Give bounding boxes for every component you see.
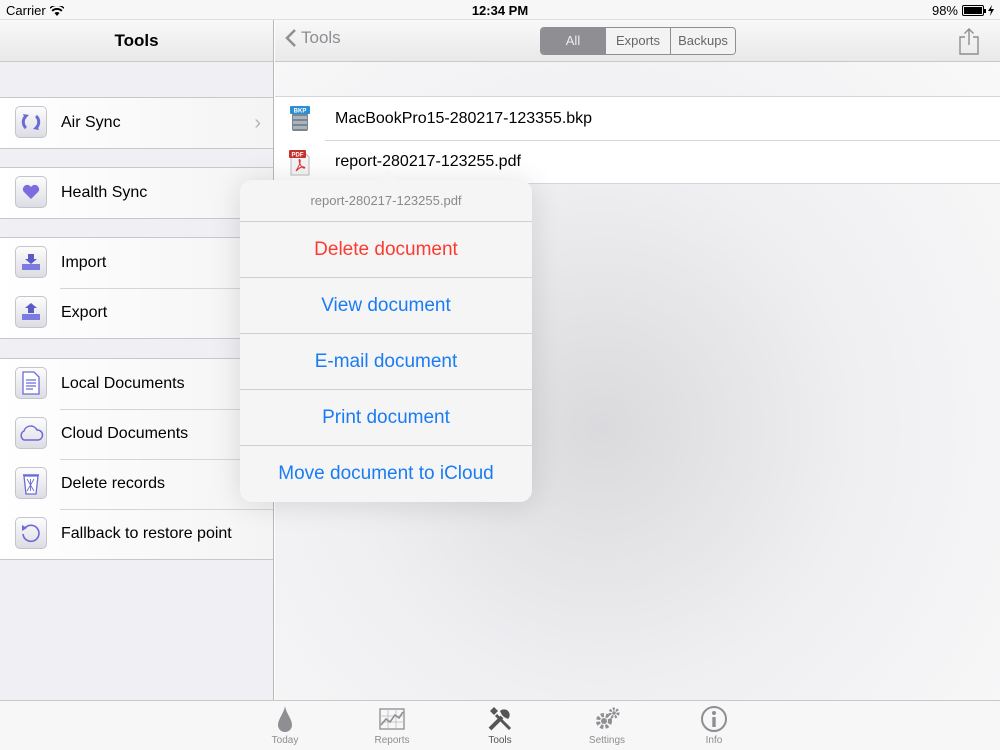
share-icon	[959, 28, 979, 55]
tools-icon	[488, 707, 512, 731]
tab-label: Settings	[588, 735, 626, 746]
gears-icon	[596, 707, 620, 729]
info-icon	[701, 706, 727, 732]
popover-arrow	[375, 170, 399, 181]
tab-info[interactable]: Info	[674, 705, 754, 746]
chevron-right-icon: ›	[254, 112, 261, 134]
cloud-icon	[15, 417, 47, 449]
filter-segmented-control: All Exports Backups	[540, 27, 736, 55]
sidebar-item-delete-records[interactable]: Delete records	[0, 459, 273, 509]
drop-icon	[278, 706, 292, 732]
heart-icon	[15, 176, 47, 208]
sidebar: Tools Air Sync › Health Sync Import Expo…	[0, 20, 274, 700]
tab-label: Info	[705, 735, 723, 746]
tab-label: Reports	[374, 735, 410, 746]
view-document-button[interactable]: View document	[240, 278, 532, 334]
file-name: report-280217-123255.pdf	[335, 153, 521, 170]
trash-icon	[15, 467, 47, 499]
import-icon	[15, 246, 47, 278]
segment-all[interactable]: All	[541, 28, 605, 54]
chevron-left-icon	[285, 29, 296, 47]
tab-today[interactable]: Today	[245, 705, 325, 746]
document-actions-popover: report-280217-123255.pdf Delete document…	[240, 170, 532, 502]
sidebar-group-documents: Local Documents Cloud Documents Delete r…	[0, 358, 273, 560]
tab-bar: Today Reports Tools Settings Info	[0, 700, 1000, 750]
segment-exports[interactable]: Exports	[605, 28, 670, 54]
tab-tools[interactable]: Tools	[460, 705, 540, 746]
sidebar-group-transfer: Import Export	[0, 237, 273, 339]
file-type-label: BKP	[294, 109, 307, 115]
sidebar-group-health: Health Sync	[0, 167, 273, 219]
email-document-button[interactable]: E-mail document	[240, 334, 532, 390]
battery-icon	[962, 5, 986, 16]
back-button[interactable]: Tools	[285, 28, 341, 48]
sidebar-item-cloud-documents[interactable]: Cloud Documents	[0, 409, 273, 459]
clock: 12:34 PM	[471, 3, 529, 18]
sidebar-group-sync: Air Sync ›	[0, 97, 273, 149]
sidebar-item-label: Local Documents	[61, 375, 185, 392]
chart-icon	[379, 708, 405, 730]
backup-file-icon: BKP	[289, 106, 311, 132]
sidebar-item-label: Health Sync	[61, 184, 148, 201]
list-item[interactable]: PDF report-280217-123255.pdf	[289, 140, 1000, 183]
popover-title: report-280217-123255.pdf	[240, 180, 532, 222]
sidebar-item-air-sync[interactable]: Air Sync ›	[0, 98, 273, 148]
battery-percent: 98%	[931, 3, 958, 18]
tab-label: Today	[271, 735, 299, 746]
sidebar-item-local-documents[interactable]: Local Documents	[0, 359, 273, 409]
detail-navbar: Tools All Exports Backups	[275, 20, 1000, 62]
list-item[interactable]: BKP MacBookPro15-280217-123355.bkp	[275, 97, 1000, 140]
tab-label: Tools	[488, 735, 512, 746]
delete-document-button[interactable]: Delete document	[240, 222, 532, 278]
back-button-label: Tools	[301, 28, 341, 47]
move-to-icloud-button[interactable]: Move document to iCloud	[240, 446, 532, 502]
file-name: MacBookPro15-280217-123355.bkp	[335, 109, 593, 127]
sidebar-item-label: Cloud Documents	[61, 425, 189, 442]
export-icon	[15, 296, 47, 328]
segment-backups[interactable]: Backups	[670, 28, 735, 54]
tab-settings[interactable]: Settings	[567, 705, 647, 746]
status-bar: Carrier 12:34 PM 98%	[0, 0, 1000, 20]
sidebar-item-export[interactable]: Export	[0, 288, 273, 338]
sidebar-item-label: Air Sync	[61, 114, 121, 131]
print-document-button[interactable]: Print document	[240, 390, 532, 446]
sync-icon	[15, 106, 47, 138]
tab-reports[interactable]: Reports	[352, 705, 432, 746]
restore-icon	[15, 517, 47, 549]
sidebar-item-label: Import	[61, 254, 107, 271]
file-type-label: PDF	[292, 153, 304, 159]
sidebar-item-import[interactable]: Import	[0, 238, 273, 288]
sidebar-item-fallback-restore[interactable]: Fallback to restore point	[0, 509, 273, 559]
pdf-file-icon: PDF	[289, 150, 311, 176]
sidebar-title: Tools	[0, 20, 273, 62]
sidebar-item-health-sync[interactable]: Health Sync	[0, 168, 273, 218]
battery-status: 98%	[932, 3, 994, 18]
charging-icon	[988, 5, 994, 16]
sidebar-item-label: Export	[61, 304, 108, 321]
document-icon	[15, 367, 47, 399]
sidebar-item-label: Fallback to restore point	[61, 525, 232, 542]
sidebar-item-label: Delete records	[61, 475, 166, 492]
share-button[interactable]	[958, 28, 980, 61]
